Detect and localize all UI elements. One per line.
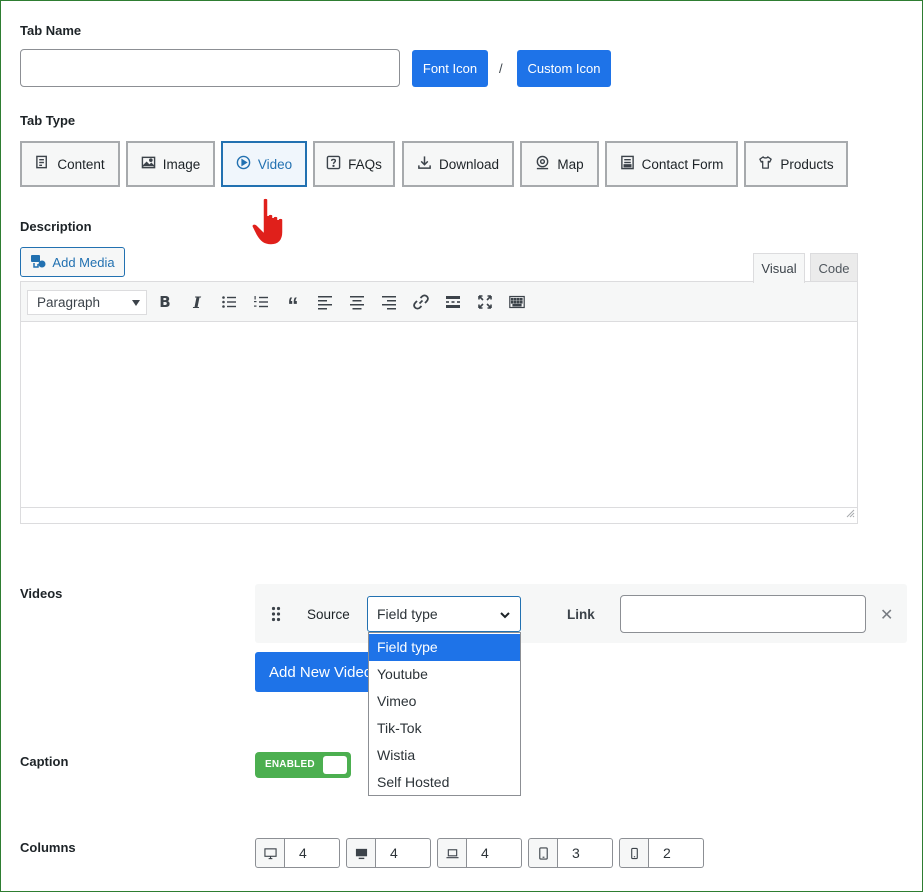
chevron-down-icon <box>132 300 140 306</box>
form-icon <box>620 155 635 173</box>
columns-tablet: 3 <box>528 838 613 868</box>
tshirt-icon <box>758 155 773 173</box>
tab-type-faqs-button[interactable]: FAQs <box>313 141 395 187</box>
source-dropdown-list: Field type Youtube Vimeo Tik-Tok Wistia … <box>368 632 521 796</box>
align-right-icon[interactable] <box>379 292 399 312</box>
blockquote-icon[interactable]: “ <box>283 292 303 316</box>
editor-content-area[interactable] <box>21 323 857 507</box>
tab-type-label-video: Video <box>257 156 293 172</box>
tablet-icon <box>528 838 558 868</box>
mobile-icon <box>619 838 649 868</box>
toggle-knob <box>323 756 347 774</box>
format-select-value: Paragraph <box>37 295 101 310</box>
tab-name-label: Tab Name <box>20 23 82 38</box>
editor-tab-visual[interactable]: Visual <box>753 253 805 283</box>
editor-toolbar: Paragraph B I “ <box>21 282 857 322</box>
bullet-list-icon[interactable] <box>219 292 239 312</box>
columns-desktop-value[interactable]: 4 <box>285 838 340 868</box>
columns-laptop: 4 <box>437 838 522 868</box>
columns-monitor: 4 <box>346 838 431 868</box>
content-icon <box>35 155 50 173</box>
tab-type-contact-form-button[interactable]: Contact Form <box>605 141 738 187</box>
media-icon <box>30 253 46 272</box>
tab-type-label-contact-form: Contact Form <box>641 156 724 172</box>
add-new-video-button[interactable]: Add New Video <box>255 652 375 692</box>
source-select-value: Field type <box>377 606 438 622</box>
dropdown-option-youtube[interactable]: Youtube <box>369 661 520 688</box>
bold-icon[interactable]: B <box>155 292 175 312</box>
caption-toggle-label: ENABLED <box>265 759 315 770</box>
tab-type-video-button[interactable]: Video <box>221 141 307 187</box>
map-pin-icon <box>535 155 550 173</box>
tab-type-image-button[interactable]: Image <box>126 141 215 187</box>
laptop-icon <box>437 838 467 868</box>
link-label: Link <box>567 607 595 622</box>
columns-mobile: 2 <box>619 838 704 868</box>
tab-name-input[interactable] <box>20 49 400 87</box>
tab-type-map-button[interactable]: Map <box>520 141 599 187</box>
icon-separator: / <box>499 61 503 76</box>
tab-type-label-faqs: FAQs <box>348 156 382 172</box>
play-circle-icon <box>236 155 251 173</box>
chevron-down-icon <box>499 608 511 624</box>
font-icon-button[interactable]: Font Icon <box>412 50 488 87</box>
columns-monitor-value[interactable]: 4 <box>376 838 431 868</box>
source-select[interactable]: Field type <box>367 596 521 632</box>
tab-type-label-content: Content <box>57 156 105 172</box>
videos-label: Videos <box>20 586 63 601</box>
caption-toggle[interactable]: ENABLED <box>255 752 351 778</box>
tab-type-label-download: Download <box>438 156 500 172</box>
add-media-label: Add Media <box>52 254 115 270</box>
image-icon <box>141 155 156 173</box>
drag-handle-icon[interactable] <box>271 606 281 622</box>
hand-pointer-icon <box>249 196 289 248</box>
tab-type-label-map: Map <box>557 156 584 172</box>
custom-icon-button[interactable]: Custom Icon <box>517 50 611 87</box>
columns-mobile-value[interactable]: 2 <box>649 838 704 868</box>
tab-type-label-products: Products <box>780 156 834 172</box>
source-label: Source <box>307 607 350 622</box>
monitor-icon <box>346 838 376 868</box>
resize-handle-icon[interactable] <box>845 505 855 521</box>
video-link-input[interactable] <box>620 595 866 633</box>
align-left-icon[interactable] <box>315 292 335 312</box>
columns-label: Columns <box>20 840 76 855</box>
columns-desktop: 4 <box>255 838 340 868</box>
question-icon <box>326 155 341 173</box>
link-icon[interactable] <box>411 292 431 312</box>
columns-laptop-value[interactable]: 4 <box>467 838 522 868</box>
numbered-list-icon[interactable] <box>251 292 271 312</box>
remove-video-icon[interactable]: ✕ <box>880 605 893 625</box>
tab-type-download-button[interactable]: Download <box>402 141 514 187</box>
editor-tab-code[interactable]: Code <box>810 253 858 282</box>
tab-type-products-button[interactable]: Products <box>744 141 848 187</box>
dropdown-option-wistia[interactable]: Wistia <box>369 742 520 769</box>
columns-tablet-value[interactable]: 3 <box>558 838 613 868</box>
description-label: Description <box>20 219 92 234</box>
format-select[interactable]: Paragraph <box>27 290 147 315</box>
caption-label: Caption <box>20 754 69 769</box>
dropdown-option-tiktok[interactable]: Tik-Tok <box>369 715 520 742</box>
italic-icon[interactable]: I <box>187 292 207 312</box>
tab-type-label: Tab Type <box>20 113 76 128</box>
dropdown-option-vimeo[interactable]: Vimeo <box>369 688 520 715</box>
add-media-button[interactable]: Add Media <box>20 247 125 277</box>
keyboard-icon[interactable] <box>507 292 527 312</box>
align-center-icon[interactable] <box>347 292 367 312</box>
download-icon <box>417 155 432 173</box>
dropdown-option-field-type[interactable]: Field type <box>369 634 520 661</box>
dropdown-option-self-hosted[interactable]: Self Hosted <box>369 769 520 796</box>
tab-type-content-button[interactable]: Content <box>20 141 120 187</box>
desktop-icon <box>255 838 285 868</box>
read-more-icon[interactable] <box>443 292 463 312</box>
tab-type-label-image: Image <box>162 156 201 172</box>
fullscreen-icon[interactable] <box>475 292 495 312</box>
editor-statusbar <box>21 507 857 523</box>
